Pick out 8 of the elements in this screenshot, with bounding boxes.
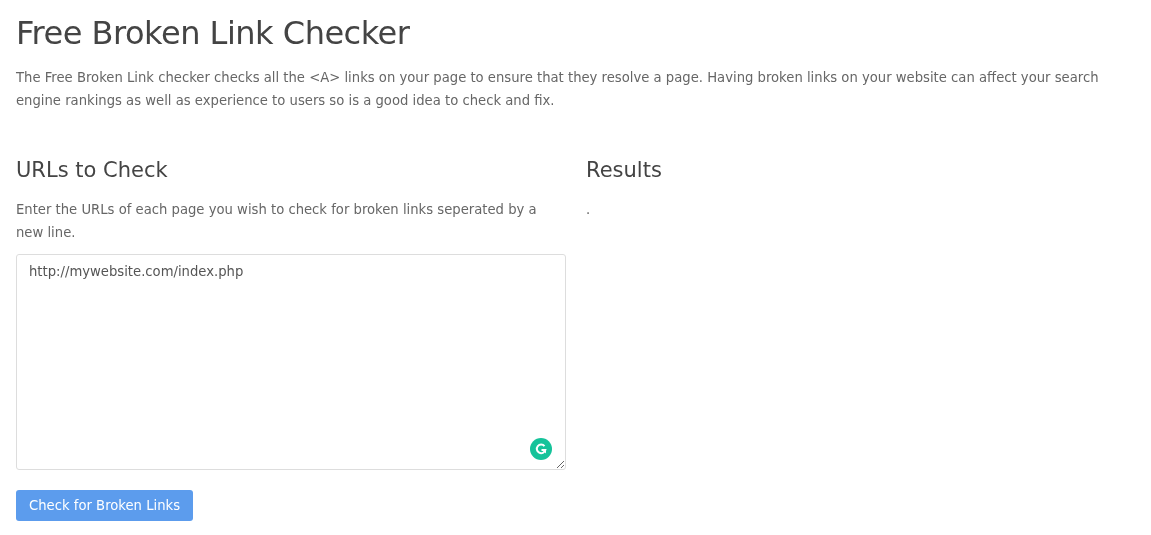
grammar-assistant-icon[interactable] bbox=[530, 438, 552, 460]
section-heading: Results bbox=[586, 157, 663, 184]
urls-field[interactable]: http://mywebsite.com/index.php bbox=[16, 254, 566, 470]
description-text: The Free Broken Link checker checks all the <A> links on your page to ensure that they resolve a page. Having broken links on your website can affect your search engine rankings as well as experience to users so is a good idea to check and fix. bbox=[16, 69, 1100, 110]
results-output: . bbox=[586, 201, 592, 219]
instructions-text: Enter the URLs of each page you wish to check for broken links seperated by a new line. bbox=[16, 201, 538, 242]
section-heading: URLs to Check bbox=[16, 157, 169, 184]
page-title: Free Broken Link Checker bbox=[16, 14, 411, 52]
